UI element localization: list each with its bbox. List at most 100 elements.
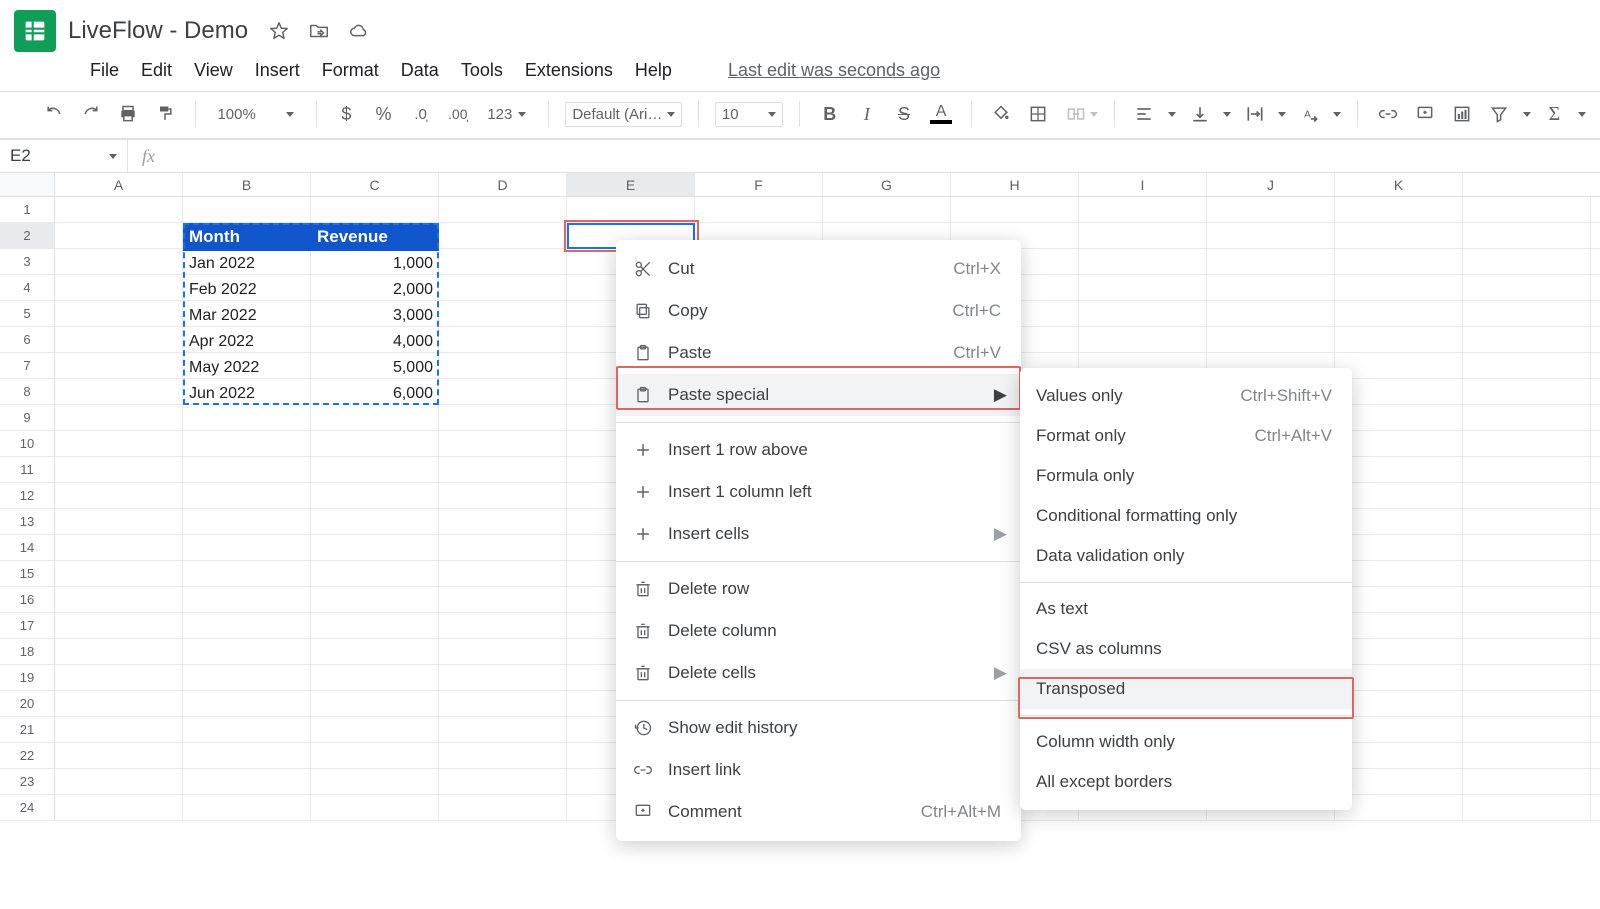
menu-edit[interactable]: Edit <box>141 60 172 81</box>
row-header[interactable]: 6 <box>0 327 54 353</box>
col-header-E[interactable]: E <box>567 173 695 196</box>
row-header[interactable]: 20 <box>0 691 54 717</box>
row-header[interactable]: 8 <box>0 379 54 405</box>
font-select[interactable]: Default (Ari… <box>565 102 682 127</box>
redo-icon[interactable] <box>77 100 104 128</box>
menu-show-history[interactable]: Show edit history <box>616 707 1021 749</box>
menu-help[interactable]: Help <box>635 60 672 81</box>
menu-insert-col-left[interactable]: Insert 1 column left <box>616 471 1021 513</box>
percent-button[interactable]: % <box>370 100 397 128</box>
submenu-col-width-only[interactable]: Column width only <box>1020 722 1352 762</box>
number-format-select[interactable]: 123 <box>481 106 532 123</box>
row-header[interactable]: 11 <box>0 457 54 483</box>
submenu-cond-fmt-only[interactable]: Conditional formatting only <box>1020 496 1352 536</box>
italic-button[interactable]: I <box>853 100 880 128</box>
menu-cut[interactable]: Cut Ctrl+X <box>616 248 1021 290</box>
text-color-button[interactable]: A <box>928 100 955 128</box>
insert-comment-icon[interactable] <box>1411 100 1438 128</box>
cloud-status-icon[interactable] <box>348 20 370 42</box>
h-align-button[interactable] <box>1131 100 1158 128</box>
undo-icon[interactable] <box>40 100 67 128</box>
row-header[interactable]: 22 <box>0 743 54 769</box>
functions-icon[interactable]: Σ <box>1541 100 1568 128</box>
zoom-select[interactable]: 100% <box>211 106 299 123</box>
borders-button[interactable] <box>1025 100 1052 128</box>
increase-decimal-button[interactable]: .00̩ <box>444 100 471 128</box>
menu-extensions[interactable]: Extensions <box>525 60 613 81</box>
col-header-C[interactable]: C <box>311 173 439 196</box>
insert-link-icon[interactable] <box>1374 100 1401 128</box>
row-header[interactable]: 1 <box>0 197 54 223</box>
menu-paste-special[interactable]: Paste special ▶ <box>616 374 1021 416</box>
menu-insert-row-above[interactable]: Insert 1 row above <box>616 429 1021 471</box>
bold-button[interactable]: B <box>816 100 843 128</box>
star-icon[interactable] <box>268 20 290 42</box>
decrease-decimal-button[interactable]: .0̩ <box>407 100 434 128</box>
row-header[interactable]: 19 <box>0 665 54 691</box>
col-header-J[interactable]: J <box>1207 173 1335 196</box>
text-wrap-button[interactable] <box>1241 100 1268 128</box>
col-header-K[interactable]: K <box>1335 173 1463 196</box>
col-header-G[interactable]: G <box>823 173 951 196</box>
submenu-format-only[interactable]: Format only Ctrl+Alt+V <box>1020 416 1352 456</box>
submenu-values-only[interactable]: Values only Ctrl+Shift+V <box>1020 376 1352 416</box>
fill-color-button[interactable] <box>988 100 1015 128</box>
row-header[interactable]: 5 <box>0 301 54 327</box>
merge-cells-button[interactable] <box>1062 100 1090 128</box>
row-header[interactable]: 4 <box>0 275 54 301</box>
doc-title[interactable]: LiveFlow - Demo <box>68 17 248 45</box>
col-header-B[interactable]: B <box>183 173 311 196</box>
row-header[interactable]: 14 <box>0 535 54 561</box>
submenu-data-val-only[interactable]: Data validation only <box>1020 536 1352 576</box>
row-header[interactable]: 12 <box>0 483 54 509</box>
col-header-H[interactable]: H <box>951 173 1079 196</box>
row-header[interactable]: 15 <box>0 561 54 587</box>
row-header[interactable]: 9 <box>0 405 54 431</box>
currency-button[interactable]: $ <box>333 100 360 128</box>
name-box[interactable]: E2 <box>0 140 128 172</box>
submenu-formula-only[interactable]: Formula only <box>1020 456 1352 496</box>
menu-tools[interactable]: Tools <box>461 60 503 81</box>
formula-input[interactable] <box>169 141 1600 171</box>
insert-chart-icon[interactable] <box>1449 100 1476 128</box>
row-header[interactable]: 23 <box>0 769 54 795</box>
row-header[interactable]: 16 <box>0 587 54 613</box>
row-header[interactable]: 2 <box>0 223 54 249</box>
menu-delete-col[interactable]: Delete column <box>616 610 1021 652</box>
row-header[interactable]: 24 <box>0 795 54 821</box>
menu-file[interactable]: File <box>90 60 119 81</box>
col-header-D[interactable]: D <box>439 173 567 196</box>
menu-format[interactable]: Format <box>322 60 379 81</box>
row-header[interactable]: 21 <box>0 717 54 743</box>
menu-copy[interactable]: Copy Ctrl+C <box>616 290 1021 332</box>
col-header-A[interactable]: A <box>55 173 183 196</box>
row-header[interactable]: 10 <box>0 431 54 457</box>
row-header[interactable]: 18 <box>0 639 54 665</box>
menu-delete-row[interactable]: Delete row <box>616 568 1021 610</box>
font-size-select[interactable]: 10 <box>715 102 783 127</box>
filter-icon[interactable] <box>1486 100 1513 128</box>
last-edit-link[interactable]: Last edit was seconds ago <box>728 60 940 81</box>
text-rotate-button[interactable]: A <box>1296 100 1323 128</box>
select-all-corner[interactable] <box>0 173 55 196</box>
strikethrough-button[interactable]: S <box>890 100 917 128</box>
menu-delete-cells[interactable]: Delete cells ▶ <box>616 652 1021 694</box>
row-header[interactable]: 13 <box>0 509 54 535</box>
paint-format-icon[interactable] <box>151 100 178 128</box>
row-header[interactable]: 17 <box>0 613 54 639</box>
submenu-transposed[interactable]: Transposed <box>1020 669 1352 709</box>
menu-view[interactable]: View <box>194 60 233 81</box>
menu-insert[interactable]: Insert <box>255 60 300 81</box>
submenu-as-text[interactable]: As text <box>1020 589 1352 629</box>
col-header-I[interactable]: I <box>1079 173 1207 196</box>
row-header[interactable]: 7 <box>0 353 54 379</box>
menu-comment[interactable]: Comment Ctrl+Alt+M <box>616 791 1021 833</box>
move-folder-icon[interactable] <box>308 20 330 42</box>
menu-insert-link[interactable]: Insert link <box>616 749 1021 791</box>
menu-insert-cells[interactable]: Insert cells ▶ <box>616 513 1021 555</box>
submenu-all-except-borders[interactable]: All except borders <box>1020 762 1352 802</box>
col-header-F[interactable]: F <box>695 173 823 196</box>
print-icon[interactable] <box>114 100 141 128</box>
submenu-csv-cols[interactable]: CSV as columns <box>1020 629 1352 669</box>
menu-paste[interactable]: Paste Ctrl+V <box>616 332 1021 374</box>
